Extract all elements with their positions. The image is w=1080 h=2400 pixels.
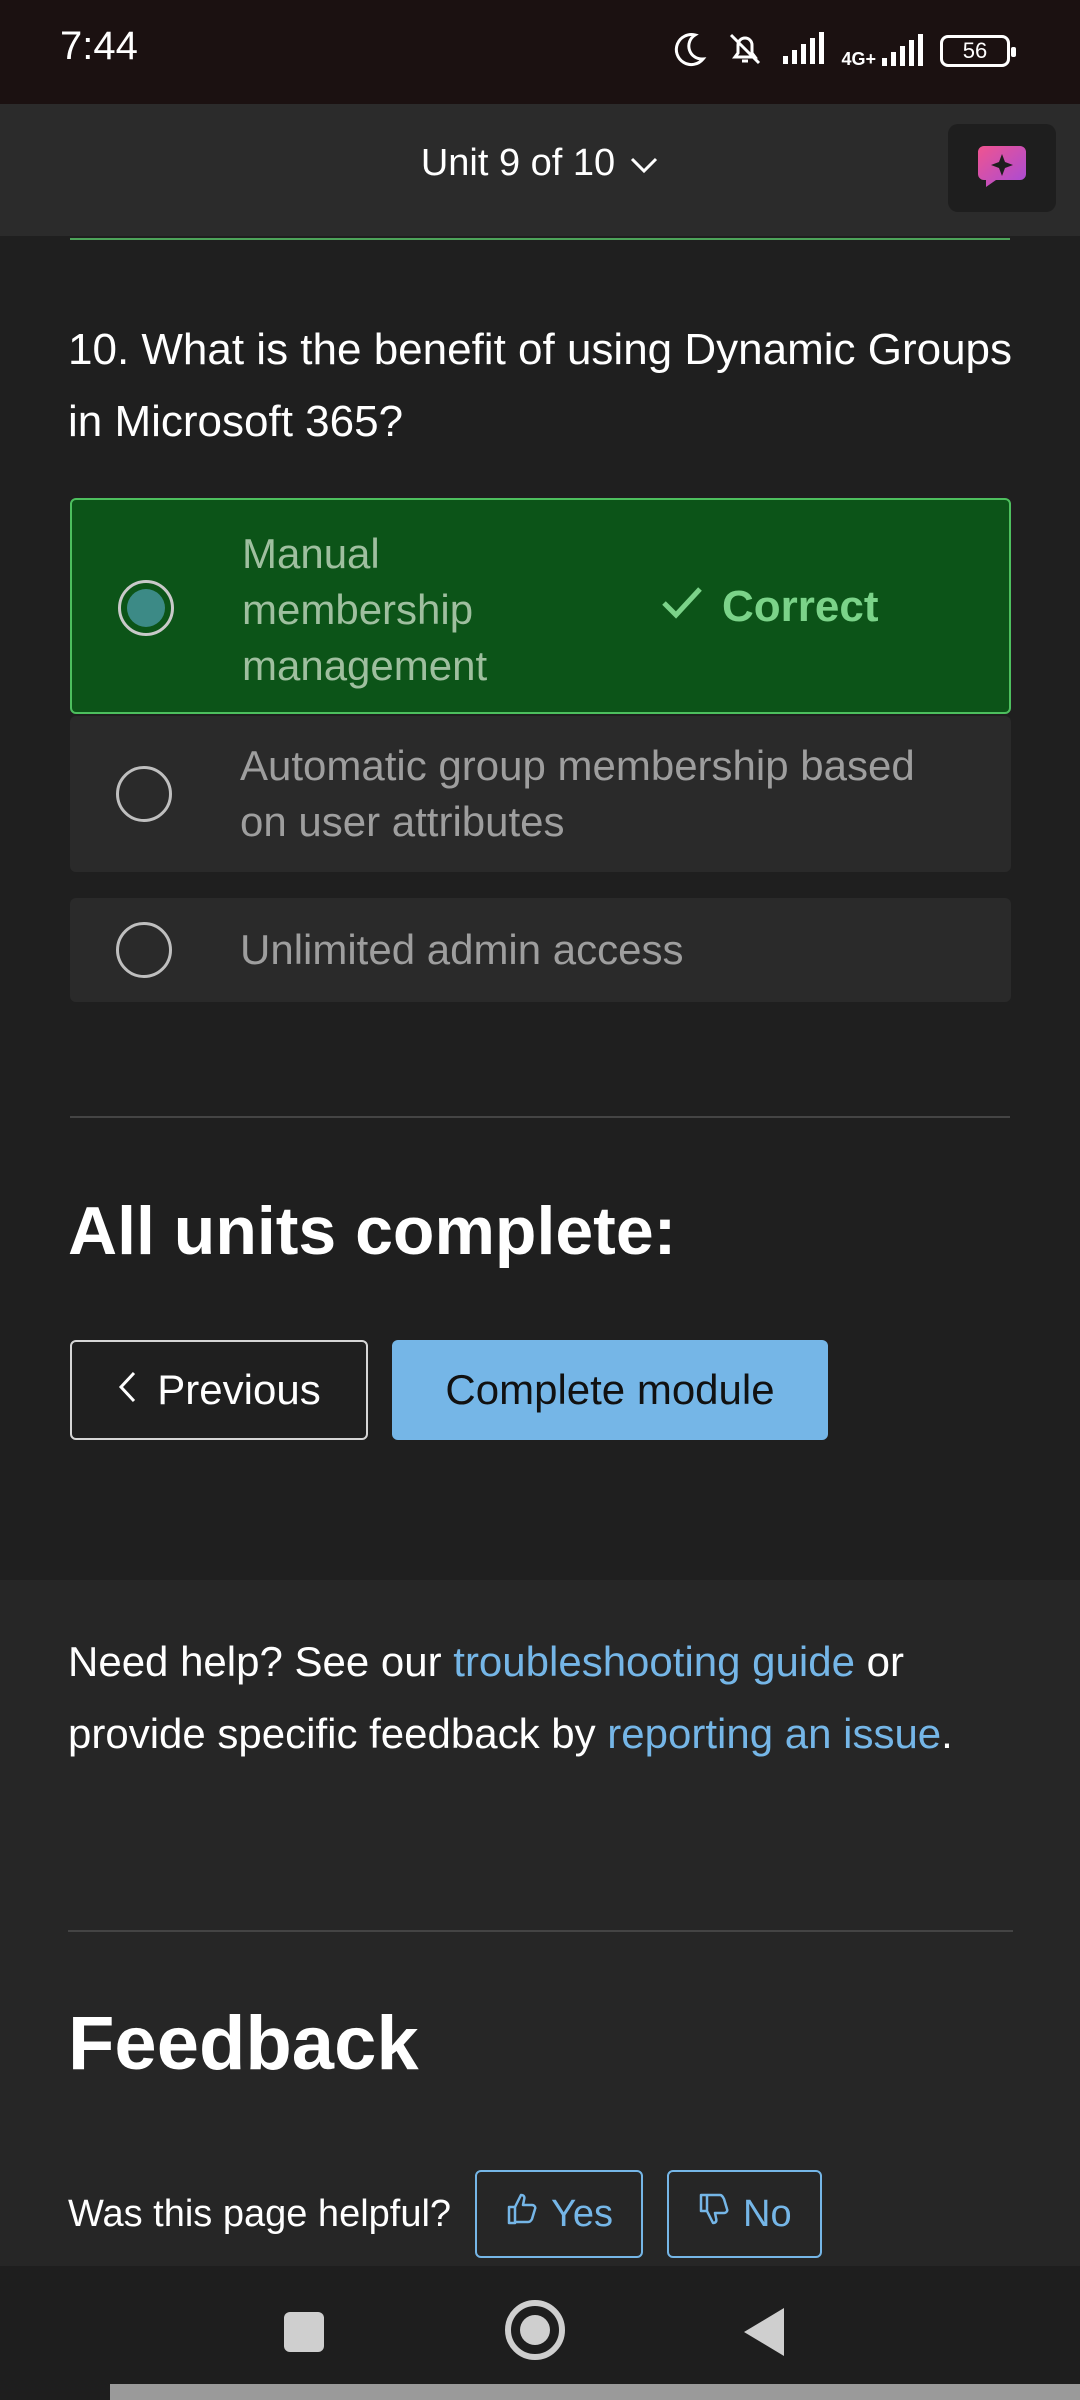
helpful-question: Was this page helpful? xyxy=(68,2192,452,2235)
no-button[interactable]: No xyxy=(667,2170,822,2258)
unit-header: Unit 9 of 10 xyxy=(0,104,1080,236)
signal-4g-icon: 4G+ xyxy=(841,34,924,68)
radio-unselected[interactable] xyxy=(116,922,172,978)
chevron-left-icon xyxy=(117,1366,137,1414)
answer-option-2[interactable]: Automatic group membership based on user… xyxy=(70,716,1011,872)
question-text: 10. What is the benefit of using Dynamic… xyxy=(68,325,1013,446)
copilot-button[interactable] xyxy=(948,124,1056,212)
troubleshooting-guide-link[interactable]: troubleshooting guide xyxy=(453,1638,855,1685)
copilot-icon xyxy=(976,144,1028,192)
correct-badge: Correct xyxy=(660,582,879,632)
status-time: 7:44 xyxy=(60,24,138,68)
feedback-title: Feedback xyxy=(68,2001,419,2086)
thumbs-down-icon xyxy=(697,2192,731,2236)
unit-label: Unit 9 of 10 xyxy=(420,142,616,184)
option-label: Unlimited admin access xyxy=(240,926,684,973)
gesture-bar xyxy=(110,2384,1080,2400)
signal-icon xyxy=(781,32,825,70)
chevron-down-icon xyxy=(629,142,659,185)
thumbs-up-icon xyxy=(505,2192,539,2236)
recents-button[interactable] xyxy=(284,2312,324,2352)
report-issue-link[interactable]: reporting an issue xyxy=(607,1710,941,1757)
helpful-row: Was this page helpful? Yes No xyxy=(68,2170,822,2258)
home-button[interactable] xyxy=(505,2300,565,2360)
radio-unselected[interactable] xyxy=(116,766,172,822)
status-bar: 7:44 4G+ 56 xyxy=(0,0,1080,104)
back-button[interactable] xyxy=(744,2308,784,2356)
moon-icon xyxy=(669,29,709,73)
status-icons: 4G+ 56 xyxy=(669,26,1016,76)
answer-option-1[interactable]: Manual membership management Correct xyxy=(70,498,1011,714)
correct-label: Correct xyxy=(722,582,879,631)
section-divider xyxy=(70,1116,1010,1118)
complete-module-button[interactable]: Complete module xyxy=(392,1340,828,1440)
yes-label: Yes xyxy=(551,2192,614,2235)
help-section: Need help? See our troubleshooting guide… xyxy=(0,1580,1080,2266)
option-label: Automatic group membership based on user… xyxy=(240,742,915,845)
previous-button[interactable]: Previous xyxy=(70,1340,368,1440)
bell-off-icon xyxy=(725,29,765,73)
help-text: Need help? See our troubleshooting guide… xyxy=(68,1626,1028,1770)
feedback-divider xyxy=(68,1930,1013,1932)
checkmark-icon xyxy=(660,582,704,632)
yes-button[interactable]: Yes xyxy=(475,2170,644,2258)
previous-label: Previous xyxy=(157,1366,321,1413)
radio-selected[interactable] xyxy=(118,580,174,636)
unit-selector[interactable]: Unit 9 of 10 xyxy=(0,142,1080,185)
help-text-part: Need help? See our xyxy=(68,1638,454,1685)
battery-level: 56 xyxy=(962,38,988,63)
help-text-part: . xyxy=(941,1710,953,1757)
network-label: 4G+ xyxy=(841,49,876,69)
system-nav-bar xyxy=(0,2266,1080,2400)
answer-option-3[interactable]: Unlimited admin access xyxy=(70,898,1011,1002)
option-label: Manual membership management xyxy=(242,530,488,689)
previous-answer-edge xyxy=(70,236,1010,240)
quiz-main: 10. What is the benefit of using Dynamic… xyxy=(0,236,1080,1580)
complete-module-label: Complete module xyxy=(445,1366,775,1413)
battery-icon: 56 xyxy=(940,35,1016,67)
completion-heading: All units complete: xyxy=(68,1193,677,1269)
no-label: No xyxy=(743,2192,792,2235)
